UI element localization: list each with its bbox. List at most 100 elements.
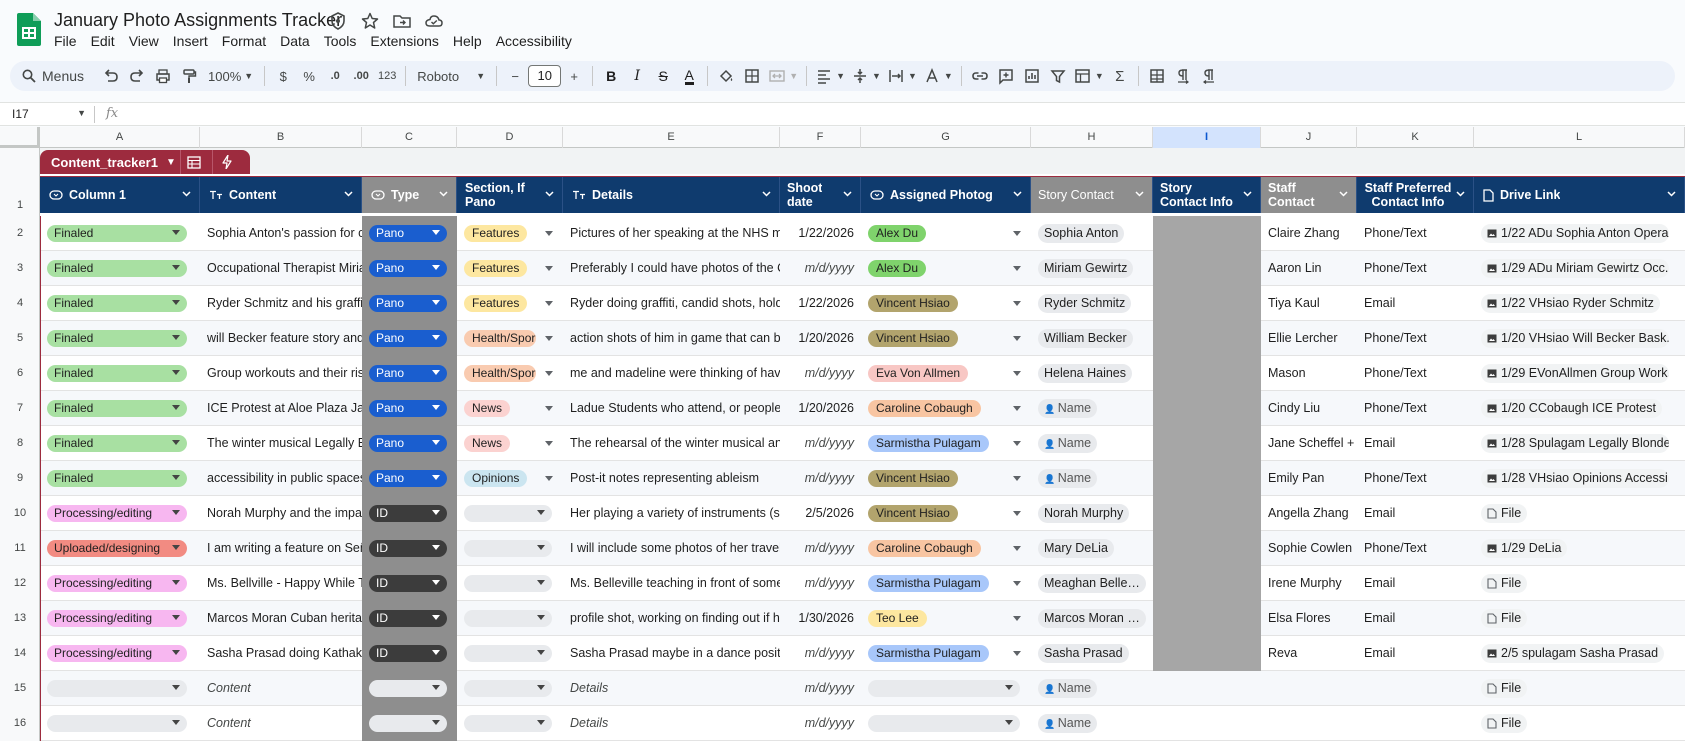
header-assigned-photog[interactable]: Assigned Photog [861,177,1031,213]
cell-pref[interactable]: Phone/Text [1357,461,1474,496]
insert-link-button[interactable] [967,64,993,88]
chevron-down-icon[interactable] [1013,266,1021,271]
cell-status[interactable]: Finaled [40,321,200,356]
photog-chip[interactable]: Vincent Hsiao [868,505,958,523]
type-dropdown-chip[interactable]: ID [369,505,447,523]
status-dropdown-chip[interactable]: Processing/editing [47,645,187,663]
column-header-c[interactable]: C [362,127,457,148]
drive-link-chip[interactable]: 1/29 EVonAllmen Group Work... [1481,364,1669,384]
cell-staff[interactable]: Reva [1261,636,1357,671]
cell-details[interactable]: Her playing a variety of instruments (sh [563,496,780,531]
cell-type[interactable]: Pano [362,426,457,461]
cell-story-info[interactable] [1153,671,1261,706]
menu-data[interactable]: Data [273,32,317,50]
cell-status[interactable]: Processing/editing [40,566,200,601]
lightning-icon[interactable] [216,153,238,171]
type-dropdown-chip[interactable]: ID [369,645,447,663]
status-dropdown-chip[interactable]: Finaled [47,260,187,278]
decrease-decimal-button[interactable]: .0 [322,64,348,88]
status-dropdown-chip[interactable]: Finaled [47,365,187,383]
cell-pref[interactable]: Phone/Text [1357,531,1474,566]
cell-details[interactable]: me and madeline were thinking of havin [563,356,780,391]
menu-accessibility[interactable]: Accessibility [489,32,579,50]
formula-input[interactable] [130,105,1670,123]
chevron-down-icon[interactable] [1013,476,1021,481]
decrease-font-size-button[interactable]: − [502,64,528,88]
cell-staff[interactable]: Aaron Lin [1261,251,1357,286]
chevron-down-icon[interactable]: ▼ [166,157,176,168]
star-icon[interactable] [360,11,380,31]
menu-format[interactable]: Format [215,32,273,50]
column-header-b[interactable]: B [200,127,362,148]
cell-section[interactable]: Health/Sport [457,356,563,391]
move-folder-icon[interactable] [392,11,412,31]
cell-type[interactable]: Pano [362,251,457,286]
cell-staff[interactable]: Elsa Flores [1261,601,1357,636]
cell-photog[interactable]: Vincent Hsiao [861,286,1031,321]
section-chip[interactable]: Health/Sport [464,330,536,348]
row-header[interactable]: 2 [0,216,40,251]
cell-details[interactable]: Ryder doing graffiti, candid shots, hold… [563,286,780,321]
cell-drive[interactable]: 1/28 Spulagam Legally Blonde [1474,426,1685,461]
table-name-tab[interactable]: Content_tracker1 ▼ [40,150,250,174]
cell-story-contact[interactable]: 👤 Name [1031,461,1153,496]
search-menus[interactable]: Menus [10,68,98,84]
cell-photog[interactable]: Vincent Hsiao [861,461,1031,496]
cell-drive[interactable]: 1/20 VHsiao Will Becker Bask... [1474,321,1685,356]
cell-staff[interactable]: Sophie Cowlen [1261,531,1357,566]
cell-content[interactable]: Content [200,671,362,706]
cell-details[interactable]: Ladue Students who attend, or people p [563,391,780,426]
column-header-f[interactable]: F [780,127,861,148]
cell-date[interactable]: m/d/yyyy [780,531,861,566]
cell-story-contact[interactable]: Ryder Schmitz [1031,286,1153,321]
column-header-e[interactable]: E [563,127,780,148]
cell-section[interactable]: Features [457,251,563,286]
cell-drive[interactable]: 1/22 ADu Sophia Anton Opera... [1474,216,1685,251]
cell-story-contact[interactable]: Helena Haines [1031,356,1153,391]
cell-status[interactable]: Finaled [40,426,200,461]
cell-staff[interactable]: Irene Murphy [1261,566,1357,601]
cell-date[interactable]: 1/30/2026 [780,601,861,636]
row-header[interactable]: 16 [0,706,40,741]
cell-pref[interactable]: Phone/Text [1357,251,1474,286]
chevron-down-icon[interactable] [545,301,553,306]
section-chip[interactable]: News [464,435,511,453]
vertical-align-button[interactable]: ▼ [848,64,884,88]
cell-pref[interactable]: Email [1357,426,1474,461]
row-header[interactable]: 1 [0,195,40,215]
photog-chip[interactable]: Alex Du [868,260,927,278]
cell-content[interactable]: Norah Murphy and the impac [200,496,362,531]
drive-link-chip[interactable]: File [1481,714,1528,734]
type-dropdown-chip[interactable]: Pano [369,225,447,243]
person-chip[interactable]: Norah Murphy [1038,504,1130,524]
column-header-i[interactable]: I [1153,127,1261,148]
cell-story-contact[interactable]: 👤 Name [1031,426,1153,461]
photog-chip[interactable]: Vincent Hsiao [868,295,958,313]
person-chip[interactable]: Marcos Moran E... [1038,609,1146,629]
drive-link-chip[interactable]: File [1481,504,1528,524]
cell-details[interactable]: action shots of him in game that can be [563,321,780,356]
cell-date[interactable]: m/d/yyyy [780,356,861,391]
convert-to-table-button[interactable] [1144,64,1170,88]
cell-section[interactable] [457,496,563,531]
cell-section[interactable]: News [457,391,563,426]
cell-photog[interactable]: Sarmistha Pulagam [861,426,1031,461]
row-header[interactable]: 6 [0,356,40,391]
section-dropdown-chip[interactable] [464,645,552,663]
drive-link-chip[interactable]: 1/22 VHsiao Ryder Schmitz [1481,294,1660,314]
cell-staff[interactable]: Jane Scheffel + I [1261,426,1357,461]
cell-photog[interactable]: Alex Du [861,251,1031,286]
cell-section[interactable] [457,531,563,566]
text-color-button[interactable]: A [676,64,702,88]
photog-chip[interactable]: Caroline Cobaugh [868,540,981,558]
shield-icon[interactable] [328,11,348,31]
row-header[interactable]: 10 [0,496,40,531]
cell-photog[interactable]: Eva Von Allmen [861,356,1031,391]
column-header-g[interactable]: G [861,127,1031,148]
cell-type[interactable]: ID [362,496,457,531]
zoom-select[interactable]: 100% ▼ [202,64,259,88]
cell-staff[interactable]: Emily Pan [1261,461,1357,496]
italic-button[interactable]: I [624,64,650,88]
person-chip[interactable]: Mary DeLia [1038,539,1114,559]
header-shoot-date[interactable]: Shoot date [780,177,861,213]
